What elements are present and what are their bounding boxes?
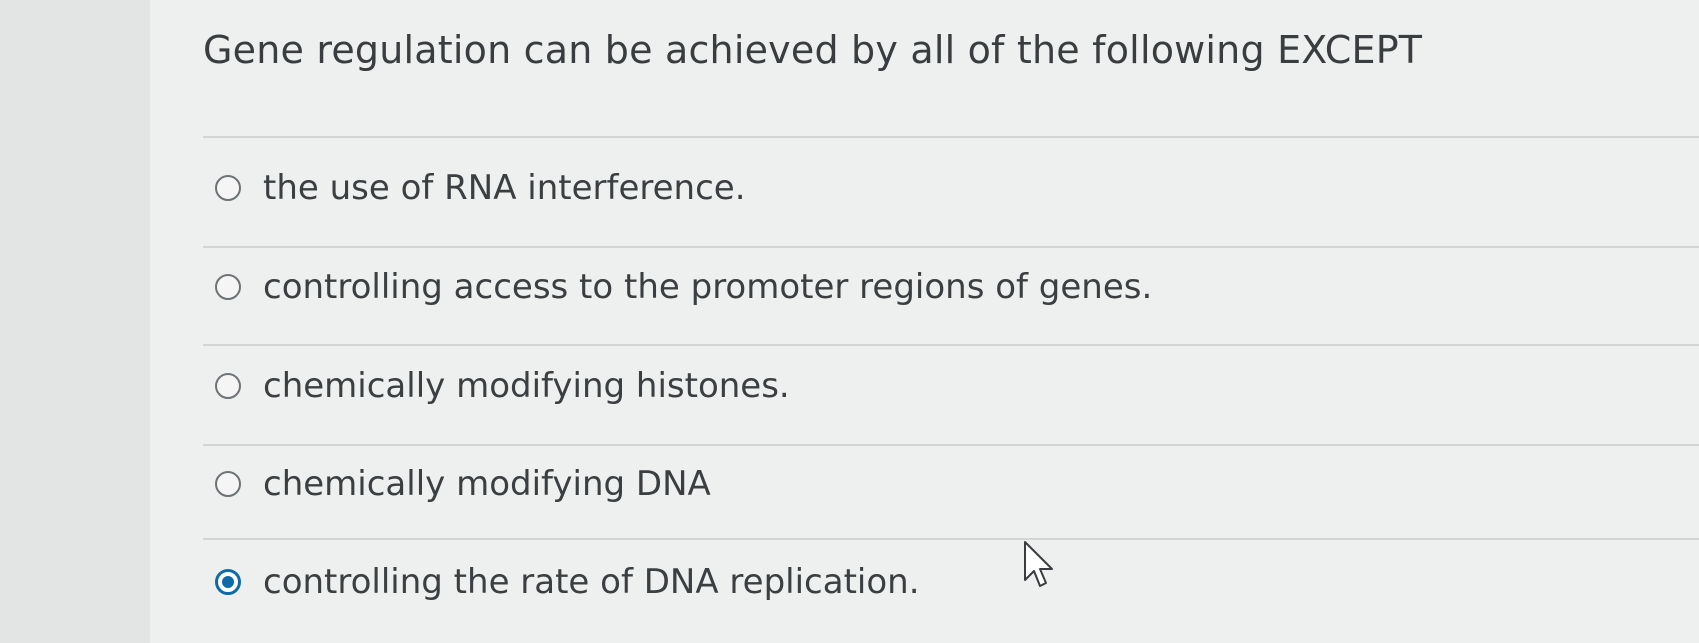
answer-option-label: chemically modifying histones.: [263, 366, 790, 406]
radio-selected-icon[interactable]: [215, 569, 241, 595]
question-panel: [150, 0, 1699, 643]
mouse-pointer-icon: [1024, 541, 1053, 587]
radio-unselected-icon[interactable]: [215, 175, 241, 201]
answer-option-label: controlling access to the promoter regio…: [263, 267, 1153, 307]
answer-option-5[interactable]: controlling the rate of DNA replication.: [215, 560, 920, 604]
question-text: Gene regulation can be achieved by all o…: [203, 28, 1423, 72]
radio-unselected-icon[interactable]: [215, 471, 241, 497]
answer-option-4[interactable]: chemically modifying DNA: [215, 462, 711, 506]
radio-unselected-icon[interactable]: [215, 373, 241, 399]
radio-unselected-icon[interactable]: [215, 274, 241, 300]
answer-option-label: chemically modifying DNA: [263, 464, 711, 504]
divider: [203, 136, 1699, 138]
answer-option-label: the use of RNA interference.: [263, 168, 746, 208]
divider: [203, 444, 1699, 446]
answer-option-3[interactable]: chemically modifying histones.: [215, 364, 790, 408]
divider: [203, 538, 1699, 540]
answer-option-label: controlling the rate of DNA replication.: [263, 562, 920, 602]
left-margin: [0, 0, 151, 643]
answer-option-2[interactable]: controlling access to the promoter regio…: [215, 265, 1152, 309]
answer-option-1[interactable]: the use of RNA interference.: [215, 166, 746, 210]
divider: [203, 246, 1699, 248]
divider: [203, 344, 1699, 346]
